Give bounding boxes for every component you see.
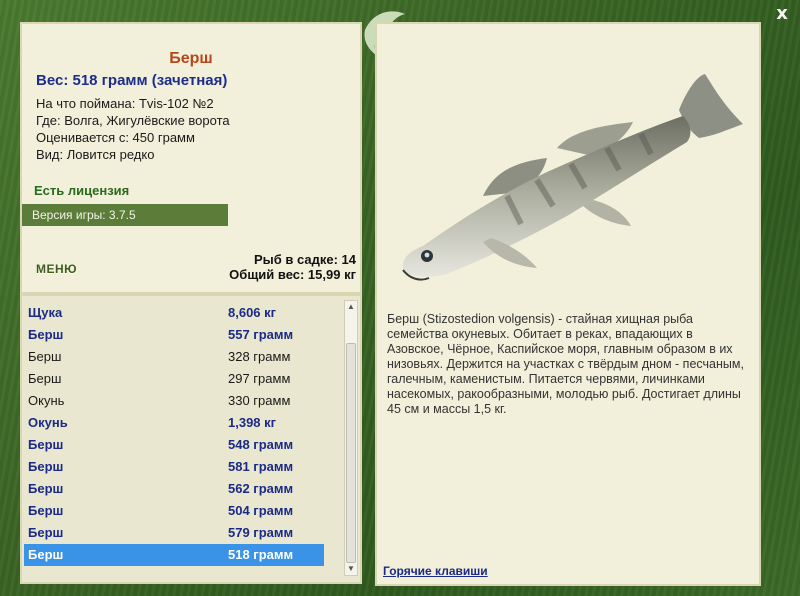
catch-fish-weight: 8,606 кг bbox=[228, 305, 277, 320]
fish-weight: Вес: 518 грамм (зачетная) bbox=[36, 72, 228, 89]
fish-description: Берш (Stizostedion volgensis) - стайная … bbox=[387, 312, 744, 416]
catch-list-item[interactable]: Берш 504 грамм bbox=[24, 500, 324, 522]
catch-list: Щука 8,606 кг Берш 557 грамм Берш 328 грамм Бе… bbox=[24, 302, 324, 566]
catch-fish-name: Берш bbox=[28, 481, 64, 496]
fish-name: Берш bbox=[169, 50, 213, 67]
catch-fish-name: Берш bbox=[28, 503, 64, 518]
catch-fish-weight: 579 грамм bbox=[228, 525, 294, 540]
catch-fish-weight: 557 грамм bbox=[228, 327, 294, 342]
catch-fish-name: Берш bbox=[28, 547, 64, 562]
catch-fish-name: Щука bbox=[28, 305, 63, 320]
catch-list-item[interactable]: Берш 297 грамм bbox=[24, 368, 324, 390]
fish-info-panel: Берш Вес: 518 грамм (зачетная) На что по… bbox=[20, 22, 362, 294]
catch-fish-name: Берш bbox=[28, 525, 64, 540]
close-button[interactable]: x bbox=[772, 4, 792, 24]
catch-fish-weight: 330 грамм bbox=[228, 393, 291, 408]
catch-fish-name: Берш bbox=[28, 327, 64, 342]
catch-list-item[interactable]: Берш 518 грамм bbox=[24, 544, 324, 566]
catch-fish-weight: 297 грамм bbox=[228, 371, 291, 386]
fish-count: Рыб в садке: 14 bbox=[253, 252, 356, 267]
scroll-down-icon[interactable]: ▼ bbox=[345, 563, 357, 575]
catch-list-item[interactable]: Берш 557 грамм bbox=[24, 324, 324, 346]
total-weight: Общий вес: 15,99 кг bbox=[229, 267, 356, 282]
fish-place: Где: Волга, Жигулёвские ворота bbox=[36, 113, 230, 128]
hotkeys-link[interactable]: Горячие клавиши bbox=[383, 564, 488, 578]
close-icon: x bbox=[776, 3, 788, 24]
catch-fish-weight: 328 грамм bbox=[228, 349, 291, 364]
catch-fish-name: Берш bbox=[28, 349, 62, 364]
version-bar: Версия игры: 3.7.5 bbox=[22, 204, 228, 226]
menu-button[interactable]: МЕНЮ bbox=[36, 262, 77, 276]
catch-list-item[interactable]: Окунь 1,398 кг bbox=[24, 412, 324, 434]
catch-fish-name: Окунь bbox=[28, 415, 68, 430]
scroll-up-icon[interactable]: ▲ bbox=[345, 301, 357, 313]
catch-list-item[interactable]: Окунь 330 грамм bbox=[24, 390, 324, 412]
catch-fish-weight: 518 грамм bbox=[228, 547, 294, 562]
fish-rarity: Вид: Ловится редко bbox=[36, 147, 155, 162]
window-frame: x Берш Вес: 518 грамм (зачетная) На что … bbox=[0, 0, 800, 596]
catch-list-item[interactable]: Берш 562 грамм bbox=[24, 478, 324, 500]
fish-min-weight: Оценивается с: 450 грамм bbox=[36, 130, 195, 145]
catch-list-item[interactable]: Берш 328 грамм bbox=[24, 346, 324, 368]
fish-description-panel: Берш (Stizostedion volgensis) - стайная … bbox=[375, 22, 761, 586]
license-status: Есть лицензия bbox=[34, 183, 130, 198]
catch-fish-weight: 1,398 кг bbox=[228, 415, 277, 430]
catch-fish-weight: 581 грамм bbox=[228, 459, 294, 474]
catch-fish-name: Берш bbox=[28, 437, 64, 452]
catch-fish-name: Берш bbox=[28, 459, 64, 474]
fish-bait: На что поймана: Tvis-102 №2 bbox=[36, 96, 214, 111]
zander-fish-image bbox=[402, 74, 743, 281]
catch-fish-name: Берш bbox=[28, 371, 62, 386]
catch-list-item[interactable]: Берш 579 грамм bbox=[24, 522, 324, 544]
scroll-thumb[interactable] bbox=[346, 343, 356, 563]
catch-list-panel: Щука 8,606 кг Берш 557 грамм Берш 328 грамм Бе… bbox=[20, 294, 362, 584]
catch-list-item[interactable]: Берш 548 грамм bbox=[24, 434, 324, 456]
catch-fish-name: Окунь bbox=[28, 393, 65, 408]
catch-list-scrollbar[interactable]: ▲ ▼ bbox=[344, 300, 358, 576]
catch-list-item[interactable]: Щука 8,606 кг bbox=[24, 302, 324, 324]
keepnet-stats: Рыб в садке: 14 Общий вес: 15,99 кг bbox=[229, 252, 356, 282]
catch-list-item[interactable]: Берш 581 грамм bbox=[24, 456, 324, 478]
catch-fish-weight: 548 грамм bbox=[228, 437, 294, 452]
catch-fish-weight: 504 грамм bbox=[228, 503, 294, 518]
catch-fish-weight: 562 грамм bbox=[228, 481, 294, 496]
